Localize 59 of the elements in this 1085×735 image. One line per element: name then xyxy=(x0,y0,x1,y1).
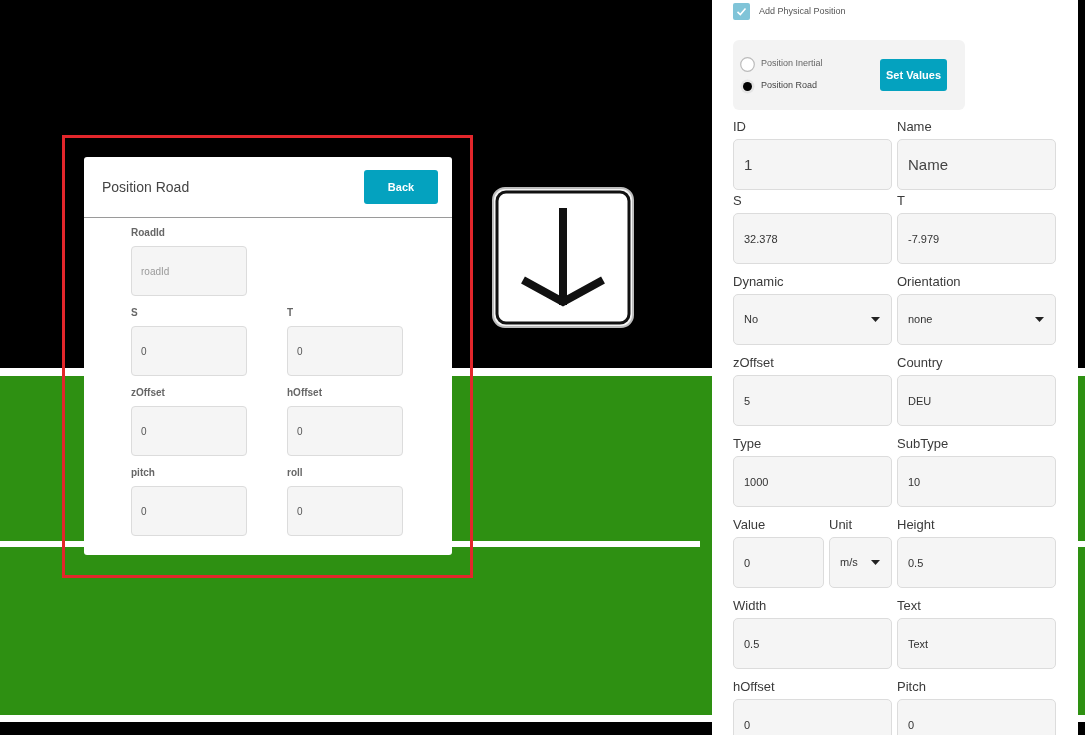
field-label: zOffset xyxy=(131,387,166,399)
text-field[interactable]: 0 xyxy=(897,699,1056,735)
field-label: T xyxy=(287,307,295,319)
radio-label: Position Road xyxy=(761,79,818,93)
text-field[interactable]: 0 xyxy=(287,486,403,536)
text-field[interactable]: 0 xyxy=(131,486,247,536)
field-label: Country xyxy=(897,356,944,370)
field-label: zOffset xyxy=(733,356,775,370)
radio-label: Position Inertial xyxy=(761,57,823,71)
down-arrow-sign-icon xyxy=(492,187,634,328)
caret-icon xyxy=(871,317,880,322)
text-field[interactable]: 1000 xyxy=(733,456,892,507)
field-label: Unit xyxy=(829,518,854,532)
text-field[interactable]: 5 xyxy=(733,375,892,426)
field-label: hOffset xyxy=(733,680,776,694)
text-field[interactable]: 0 xyxy=(733,537,824,588)
caret-icon xyxy=(1035,317,1044,322)
field-label: Width xyxy=(733,599,768,613)
text-field[interactable]: 0 xyxy=(131,326,247,376)
field-label: T xyxy=(897,194,906,208)
field-label: Value xyxy=(733,518,767,532)
text-field[interactable]: 0 xyxy=(733,699,892,735)
field-label: Dynamic xyxy=(733,275,785,289)
checkbox[interactable] xyxy=(733,3,750,20)
radio-button[interactable] xyxy=(740,56,755,72)
field-label: Height xyxy=(897,518,936,532)
dialog-title: Position Road xyxy=(102,177,190,197)
text-field[interactable]: roadId xyxy=(131,246,247,296)
field-label: SubType xyxy=(897,437,950,451)
dropdown[interactable]: m/s xyxy=(829,537,892,588)
text-field[interactable]: 10 xyxy=(897,456,1056,507)
checkbox-label: Add Physical Position xyxy=(759,4,846,18)
text-field[interactable]: 32.378 xyxy=(733,213,892,264)
field-label: Pitch xyxy=(897,680,927,694)
text-field[interactable]: Name xyxy=(897,139,1056,190)
caret-icon xyxy=(871,560,880,565)
field-label: S xyxy=(131,307,139,319)
field-label: Orientation xyxy=(897,275,962,289)
text-field[interactable]: -7.979 xyxy=(897,213,1056,264)
field-label: Type xyxy=(733,437,763,451)
field-label: pitch xyxy=(131,467,156,479)
text-field[interactable]: 0 xyxy=(287,406,403,456)
text-field[interactable]: 0 xyxy=(287,326,403,376)
text-field[interactable]: 0.5 xyxy=(733,618,892,669)
radio-button[interactable] xyxy=(740,78,755,94)
field-label: S xyxy=(733,194,743,208)
text-field[interactable]: Text xyxy=(897,618,1056,669)
text-field[interactable]: DEU xyxy=(897,375,1056,426)
field-label: hOffset xyxy=(287,387,323,399)
text-field[interactable]: 0 xyxy=(131,406,247,456)
field-label: RoadId xyxy=(131,227,166,239)
dropdown[interactable]: No xyxy=(733,294,892,345)
text-field[interactable]: 0.5 xyxy=(897,537,1056,588)
field-label: Name xyxy=(897,120,933,134)
field-label: ID xyxy=(733,120,747,134)
text-field[interactable]: 1 xyxy=(733,139,892,190)
dropdown[interactable]: none xyxy=(897,294,1056,345)
field-label: Text xyxy=(897,599,922,613)
field-label: roll xyxy=(287,467,304,479)
